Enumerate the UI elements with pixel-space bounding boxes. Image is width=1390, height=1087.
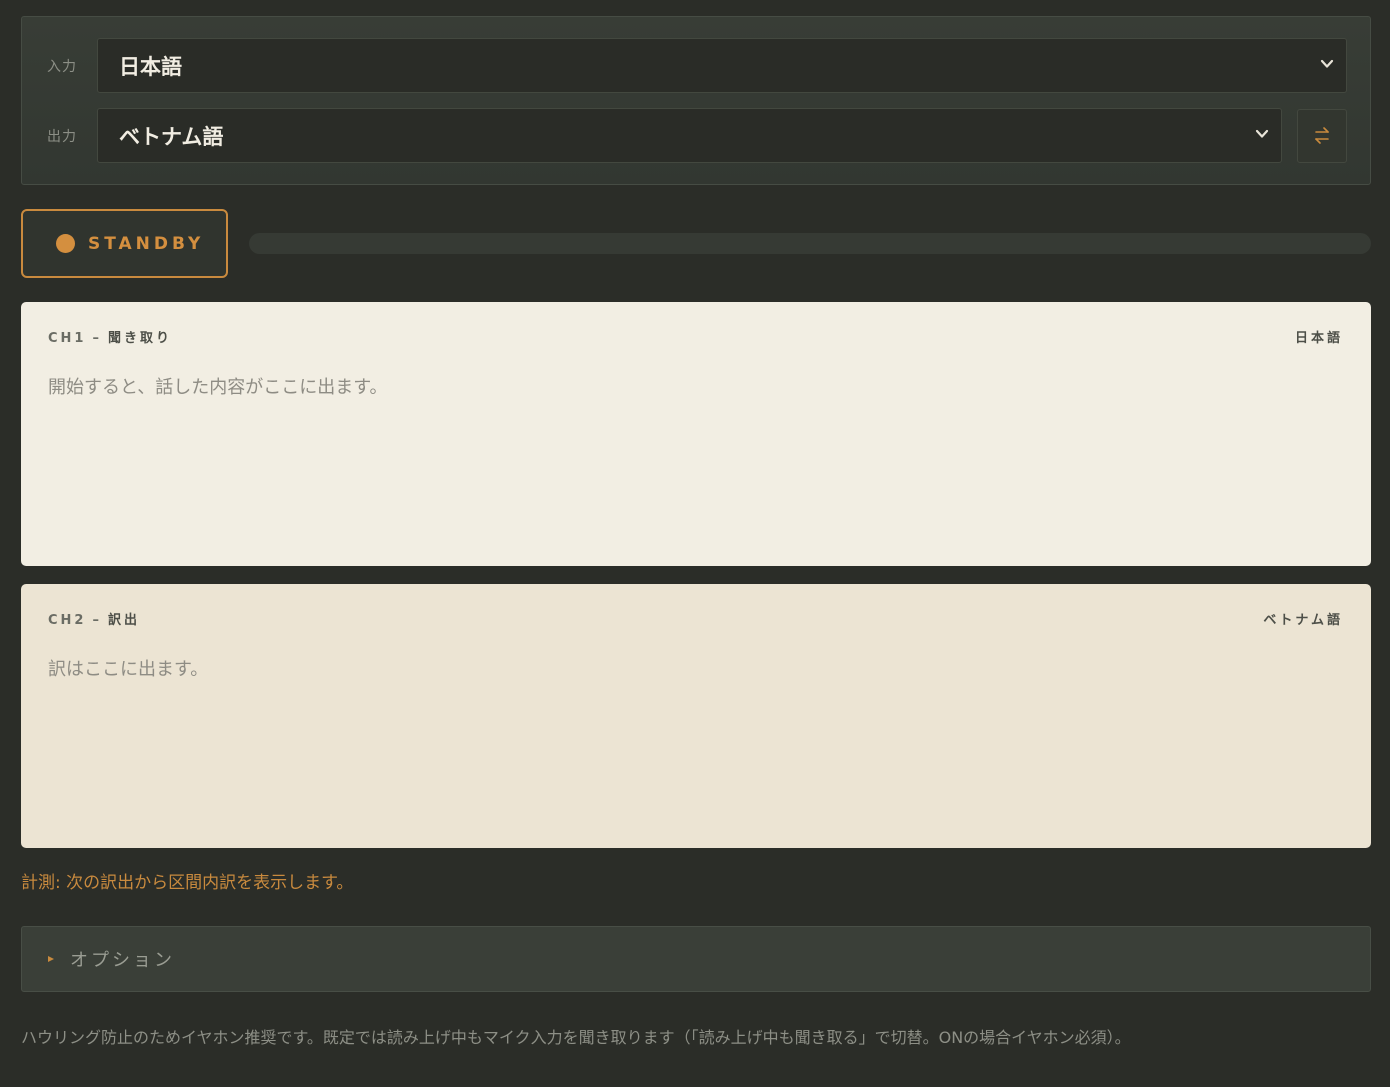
input-language-select[interactable]: 日本語 xyxy=(97,38,1347,93)
channel-1-language: 日本語 xyxy=(1294,330,1343,346)
channel-2-language: ベトナム語 xyxy=(1263,612,1343,628)
metric-note: 計測: 次の訳出から区間内訳を表示します。 xyxy=(21,873,354,893)
options-label: オプション xyxy=(70,950,175,971)
channel-1-code: CH1 xyxy=(48,330,87,346)
output-language-select[interactable]: ベトナム語 xyxy=(97,108,1282,163)
channel-1-transcript: 開始すると、話した内容がここに出ます。 xyxy=(48,377,388,398)
channel-2-code: CH2 xyxy=(48,612,87,628)
input-language-value: 日本語 xyxy=(119,54,182,79)
channel-1-header: CH1– 聞き取り 日本語 xyxy=(48,329,1343,346)
footer-note: ハウリング防止のためイヤホン推奨です。既定では読み上げ中もマイク入力を聞き取りま… xyxy=(21,1028,1131,1047)
channel-2-title: 訳出 xyxy=(107,612,140,628)
chevron-down-icon xyxy=(1320,59,1334,68)
channel-2-panel: CH2– 訳出 ベトナム語 訳はここに出ます。 xyxy=(21,584,1371,848)
triangle-right-icon xyxy=(48,956,54,962)
chevron-down-icon xyxy=(1255,129,1269,138)
channel-2-translation: 訳はここに出ます。 xyxy=(48,659,209,680)
swap-languages-button[interactable] xyxy=(1297,109,1347,163)
options-toggle[interactable]: オプション xyxy=(21,926,1371,992)
channel-1-separator: – xyxy=(92,330,102,346)
status-label: STANDBY xyxy=(88,233,205,254)
output-language-value: ベトナム語 xyxy=(119,124,224,149)
input-language-label: 入力 xyxy=(47,59,77,75)
channel-2-separator: – xyxy=(92,612,102,628)
audio-level-meter xyxy=(249,233,1371,254)
language-panel: 入力 日本語 出力 ベトナム語 xyxy=(21,16,1371,185)
channel-2-header: CH2– 訳出 ベトナム語 xyxy=(48,611,1343,628)
status-indicator-dot xyxy=(56,234,75,253)
channel-1-title: 聞き取り xyxy=(107,330,172,346)
start-standby-button[interactable]: STANDBY xyxy=(21,209,228,278)
channel-1-panel: CH1– 聞き取り 日本語 開始すると、話した内容がここに出ます。 xyxy=(21,302,1371,566)
output-language-label: 出力 xyxy=(47,129,77,145)
swap-icon xyxy=(1315,127,1329,144)
